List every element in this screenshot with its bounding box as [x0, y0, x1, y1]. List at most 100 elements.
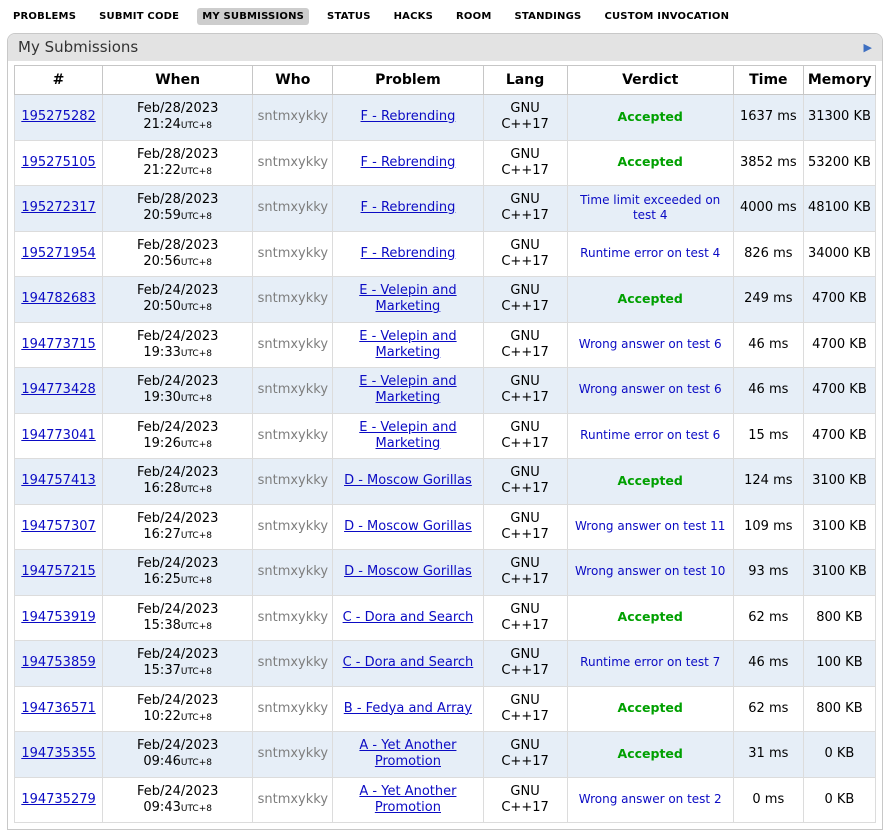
problem-cell: D - Moscow Gorillas	[333, 550, 483, 596]
submission-id-link[interactable]: 194782683	[21, 291, 95, 306]
nav-item-hacks[interactable]: HACKS	[389, 8, 438, 25]
submission-date: Feb/28/2023	[107, 147, 248, 163]
my-submissions-panel: My Submissions ▶ # When Who Problem Lang…	[7, 33, 883, 830]
submission-id-cell: 194753919	[15, 595, 103, 641]
submission-time: 09:46UTC+8	[107, 754, 248, 770]
submission-id-cell: 194773715	[15, 322, 103, 368]
time-cell: 3852 ms	[733, 140, 803, 186]
problem-cell: E - Velepin and Marketing	[333, 277, 483, 323]
nav-item-problems[interactable]: PROBLEMS	[8, 8, 81, 25]
problem-link[interactable]: E - Velepin and Marketing	[339, 329, 477, 362]
submission-id-link[interactable]: 194753919	[21, 610, 95, 625]
submission-id-link[interactable]: 195275105	[21, 155, 95, 170]
exec-time: 1637 ms	[740, 109, 797, 124]
problem-link[interactable]: C - Dora and Search	[343, 610, 474, 626]
problem-link[interactable]: D - Moscow Gorillas	[344, 519, 472, 535]
time-cell: 93 ms	[733, 550, 803, 596]
user-link[interactable]: sntmxykky	[258, 337, 328, 352]
submission-id-link[interactable]: 194773428	[21, 382, 95, 397]
language-label: GNU C++17	[500, 283, 550, 316]
memory-used: 34000 KB	[808, 246, 871, 261]
time-cell: 1637 ms	[733, 95, 803, 141]
nav-item-custom-invocation[interactable]: CUSTOM INVOCATION	[599, 8, 734, 25]
language-label: GNU C++17	[500, 420, 550, 453]
problem-link[interactable]: F - Rebrending	[361, 200, 456, 216]
submission-id-link[interactable]: 195272317	[21, 200, 95, 215]
problem-link[interactable]: F - Rebrending	[361, 109, 456, 125]
user-link[interactable]: sntmxykky	[258, 610, 328, 625]
submission-date: Feb/24/2023	[107, 738, 248, 754]
user-link[interactable]: sntmxykky	[258, 246, 328, 261]
user-link[interactable]: sntmxykky	[258, 792, 328, 807]
submission-id-link[interactable]: 194773041	[21, 428, 95, 443]
problem-link[interactable]: F - Rebrending	[361, 155, 456, 171]
who-cell: sntmxykky	[253, 641, 333, 687]
timezone-label: UTC+8	[181, 576, 212, 586]
nav-item-room[interactable]: ROOM	[451, 8, 496, 25]
user-link[interactable]: sntmxykky	[258, 428, 328, 443]
problem-link[interactable]: E - Velepin and Marketing	[339, 374, 477, 407]
column-header-problem: Problem	[333, 66, 483, 95]
submission-id-link[interactable]: 194757413	[21, 473, 95, 488]
verdict-text: Accepted	[618, 109, 683, 125]
collapse-arrow-icon[interactable]: ▶	[864, 42, 874, 53]
timezone-label: UTC+8	[181, 622, 212, 632]
memory-cell: 48100 KB	[803, 186, 875, 232]
nav-item-standings[interactable]: STANDINGS	[509, 8, 586, 25]
submission-id-link[interactable]: 194735355	[21, 746, 95, 761]
submission-date: Feb/24/2023	[107, 647, 248, 663]
when-cell: Feb/24/2023 10:22UTC+8	[103, 686, 253, 732]
user-link[interactable]: sntmxykky	[258, 291, 328, 306]
submission-id-cell: 195275282	[15, 95, 103, 141]
submission-id-link[interactable]: 195271954	[21, 246, 95, 261]
contest-nav: PROBLEMS SUBMIT CODE MY SUBMISSIONS STAT…	[0, 0, 890, 31]
submission-id-link[interactable]: 194757215	[21, 564, 95, 579]
table-row: 194735279 Feb/24/2023 09:43UTC+8 sntmxyk…	[15, 777, 876, 823]
nav-item-submit-code[interactable]: SUBMIT CODE	[94, 8, 184, 25]
verdict-cell: Wrong answer on test 2	[567, 777, 733, 823]
user-link[interactable]: sntmxykky	[258, 564, 328, 579]
user-link[interactable]: sntmxykky	[258, 746, 328, 761]
user-link[interactable]: sntmxykky	[258, 200, 328, 215]
problem-link[interactable]: B - Fedya and Array	[344, 701, 472, 717]
nav-item-status[interactable]: STATUS	[322, 8, 376, 25]
user-link[interactable]: sntmxykky	[258, 519, 328, 534]
user-link[interactable]: sntmxykky	[258, 382, 328, 397]
column-header-lang: Lang	[483, 66, 567, 95]
problem-link[interactable]: D - Moscow Gorillas	[344, 564, 472, 580]
problem-link[interactable]: A - Yet Another Promotion	[339, 738, 477, 771]
submission-id-link[interactable]: 194753859	[21, 655, 95, 670]
user-link[interactable]: sntmxykky	[258, 655, 328, 670]
problem-link[interactable]: F - Rebrending	[361, 246, 456, 262]
submission-id-link[interactable]: 194736571	[21, 701, 95, 716]
verdict-text: Accepted	[618, 700, 683, 716]
submission-id-link[interactable]: 194773715	[21, 337, 95, 352]
column-header-time: Time	[733, 66, 803, 95]
language-label: GNU C++17	[500, 738, 550, 771]
submission-id-link[interactable]: 194735279	[21, 792, 95, 807]
problem-link[interactable]: D - Moscow Gorillas	[344, 473, 472, 489]
submission-id-link[interactable]: 194757307	[21, 519, 95, 534]
nav-item-my-submissions[interactable]: MY SUBMISSIONS	[197, 8, 309, 25]
user-link[interactable]: sntmxykky	[258, 109, 328, 124]
verdict-cell: Accepted	[567, 595, 733, 641]
user-link[interactable]: sntmxykky	[258, 155, 328, 170]
submission-date: Feb/28/2023	[107, 192, 248, 208]
problem-link[interactable]: C - Dora and Search	[343, 655, 474, 671]
verdict-text: Accepted	[618, 291, 683, 307]
memory-cell: 0 KB	[803, 732, 875, 778]
user-link[interactable]: sntmxykky	[258, 701, 328, 716]
who-cell: sntmxykky	[253, 732, 333, 778]
submission-time: 19:26UTC+8	[107, 436, 248, 452]
problem-link[interactable]: A - Yet Another Promotion	[339, 784, 477, 817]
submission-date: Feb/24/2023	[107, 283, 248, 299]
problem-link[interactable]: E - Velepin and Marketing	[339, 283, 477, 316]
time-cell: 249 ms	[733, 277, 803, 323]
who-cell: sntmxykky	[253, 550, 333, 596]
user-link[interactable]: sntmxykky	[258, 473, 328, 488]
who-cell: sntmxykky	[253, 186, 333, 232]
problem-link[interactable]: E - Velepin and Marketing	[339, 420, 477, 453]
submission-id-cell: 194773041	[15, 413, 103, 459]
submission-id-link[interactable]: 195275282	[21, 109, 95, 124]
submission-time: 19:30UTC+8	[107, 390, 248, 406]
